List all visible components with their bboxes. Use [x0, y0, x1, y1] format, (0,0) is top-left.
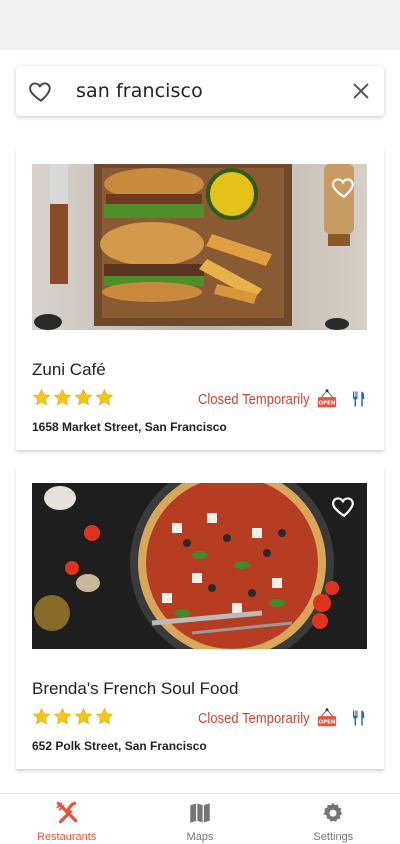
nav-item-restaurants[interactable]: Restaurants — [0, 794, 133, 844]
open-sign-text: OPEN — [318, 720, 335, 726]
nav-label-settings: Settings — [313, 831, 354, 843]
star-icon — [53, 388, 72, 407]
open-sign-icon: OPEN — [317, 708, 337, 727]
restaurant-photo — [32, 483, 367, 649]
restaurant-name: Brenda's French Soul Food — [32, 679, 239, 698]
heart-outline-icon[interactable] — [28, 78, 54, 104]
nav-label-maps: Maps — [186, 831, 214, 843]
rating-stars — [32, 707, 114, 726]
favorite-heart-icon[interactable] — [331, 493, 357, 519]
status-badge: Closed Temporarily — [198, 710, 310, 727]
status-badge: Closed Temporarily — [198, 391, 310, 408]
search-bar[interactable]: san francisco — [16, 66, 384, 116]
open-sign-icon: OPEN — [317, 389, 337, 408]
star-icon — [95, 388, 114, 407]
star-icon — [32, 707, 51, 726]
fork-knife-icon — [56, 801, 77, 824]
favorite-heart-icon[interactable] — [331, 174, 357, 200]
bottom-navigation: Restaurants Maps Settings — [0, 793, 400, 844]
search-input[interactable]: san francisco — [76, 80, 350, 102]
utensils-icon — [353, 391, 365, 407]
star-icon — [53, 707, 72, 726]
close-icon[interactable] — [350, 80, 372, 102]
star-icon — [74, 388, 93, 407]
rating-stars — [32, 388, 114, 407]
restaurant-address: 1658 Market Street, San Francisco — [32, 420, 227, 434]
restaurant-card[interactable]: Zuni Café Closed Temporarily OPEN 1658 M… — [16, 148, 384, 450]
nav-item-maps[interactable]: Maps — [133, 794, 266, 844]
gear-icon — [323, 802, 343, 822]
restaurant-photo — [32, 164, 367, 330]
star-icon — [32, 388, 51, 407]
restaurant-address: 652 Polk Street, San Francisco — [32, 739, 207, 753]
nav-label-restaurants: Restaurants — [37, 831, 97, 843]
nav-item-settings[interactable]: Settings — [267, 794, 400, 844]
restaurant-card[interactable]: Brenda's French Soul Food Closed Tempora… — [16, 467, 384, 769]
utensils-icon — [353, 710, 365, 726]
restaurant-name: Zuni Café — [32, 360, 106, 379]
star-icon — [74, 707, 93, 726]
map-icon — [190, 803, 210, 823]
open-sign-text: OPEN — [318, 401, 335, 407]
status-bar — [0, 0, 400, 50]
star-icon — [95, 707, 114, 726]
